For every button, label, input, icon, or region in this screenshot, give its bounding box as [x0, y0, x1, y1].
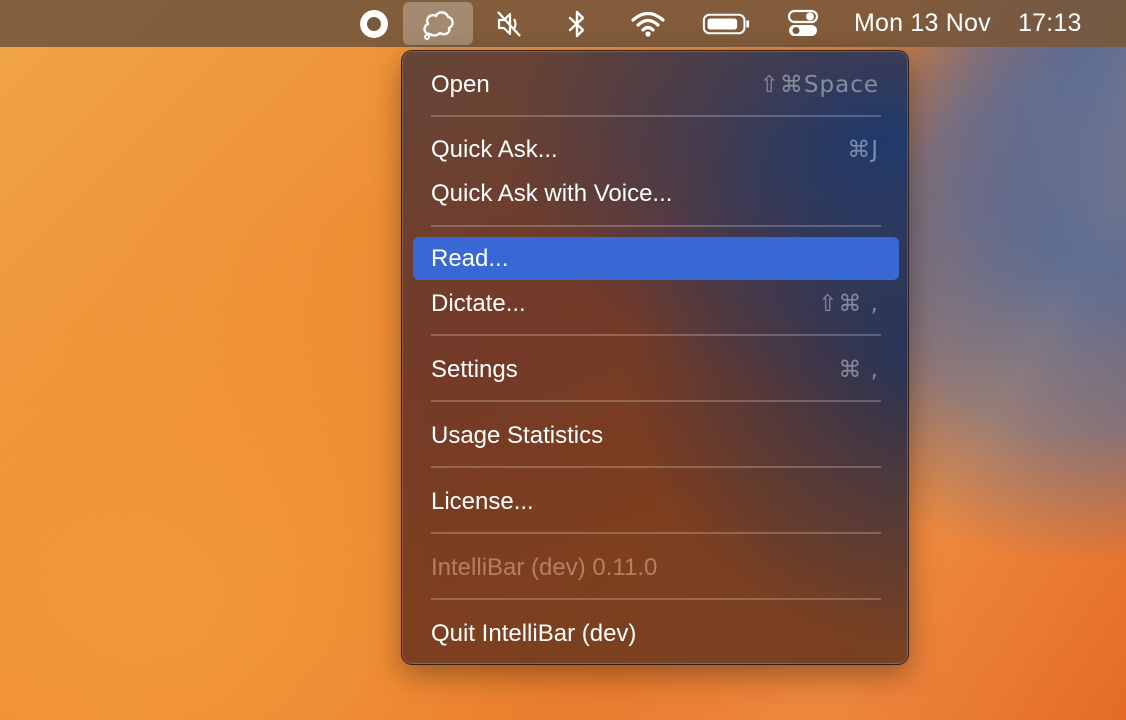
- menubar-date[interactable]: Mon 13 Nov: [854, 0, 991, 47]
- bluetooth-icon[interactable]: [553, 0, 601, 47]
- muted-speaker-icon[interactable]: [485, 0, 533, 47]
- menu-separator: [431, 115, 881, 117]
- menu-item-dictate[interactable]: Dictate... ⇧⌘ ,: [413, 282, 899, 325]
- menubar-time[interactable]: 17:13: [1018, 0, 1082, 47]
- menu-item-shortcut: ⇧⌘ ,: [818, 290, 879, 317]
- menu-separator: [431, 225, 881, 227]
- menu-item-label: IntelliBar (dev) 0.11.0: [431, 553, 658, 581]
- menu-item-label: Read...: [431, 244, 509, 272]
- menu-item-license[interactable]: License...: [413, 480, 899, 523]
- battery-icon[interactable]: [702, 0, 750, 47]
- menu-item-shortcut: ⌘J: [847, 136, 879, 163]
- menu-separator: [431, 334, 881, 336]
- menu-item-label: Quick Ask with Voice...: [431, 179, 673, 207]
- menu-bar: Mon 13 Nov 17:13: [0, 0, 1126, 47]
- menu-item-label: Quick Ask...: [431, 135, 558, 163]
- menu-item-quick-ask-voice[interactable]: Quick Ask with Voice...: [413, 172, 899, 215]
- menu-item-label: License...: [431, 487, 534, 515]
- wifi-icon[interactable]: [624, 0, 672, 47]
- menu-item-label: Settings: [431, 355, 518, 383]
- menu-item-version: IntelliBar (dev) 0.11.0: [413, 546, 899, 589]
- menu-item-shortcut: ⇧⌘Space: [759, 71, 879, 98]
- menu-item-open[interactable]: Open ⇧⌘Space: [413, 63, 899, 106]
- menu-separator: [431, 466, 881, 468]
- menu-item-settings[interactable]: Settings ⌘ ,: [413, 348, 899, 391]
- control-center-icon[interactable]: [779, 0, 827, 47]
- menu-item-label: Dictate...: [431, 289, 526, 317]
- menu-separator: [431, 400, 881, 402]
- record-icon[interactable]: [350, 0, 398, 47]
- menu-item-label: Open: [431, 70, 490, 98]
- menu-item-label: Quit IntelliBar (dev): [431, 619, 637, 647]
- intellibar-icon[interactable]: [403, 2, 473, 45]
- menu-item-quick-ask[interactable]: Quick Ask... ⌘J: [413, 128, 899, 171]
- menu-item-quit[interactable]: Quit IntelliBar (dev): [413, 612, 899, 655]
- intellibar-dropdown-menu: Open ⇧⌘Space Quick Ask... ⌘J Quick Ask w…: [401, 50, 909, 665]
- menu-item-usage-statistics[interactable]: Usage Statistics: [413, 414, 899, 457]
- menu-separator: [431, 532, 881, 534]
- menu-item-label: Usage Statistics: [431, 421, 604, 449]
- menu-item-shortcut: ⌘ ,: [838, 356, 879, 383]
- menu-separator: [431, 598, 881, 600]
- menu-item-read[interactable]: Read...: [413, 237, 899, 280]
